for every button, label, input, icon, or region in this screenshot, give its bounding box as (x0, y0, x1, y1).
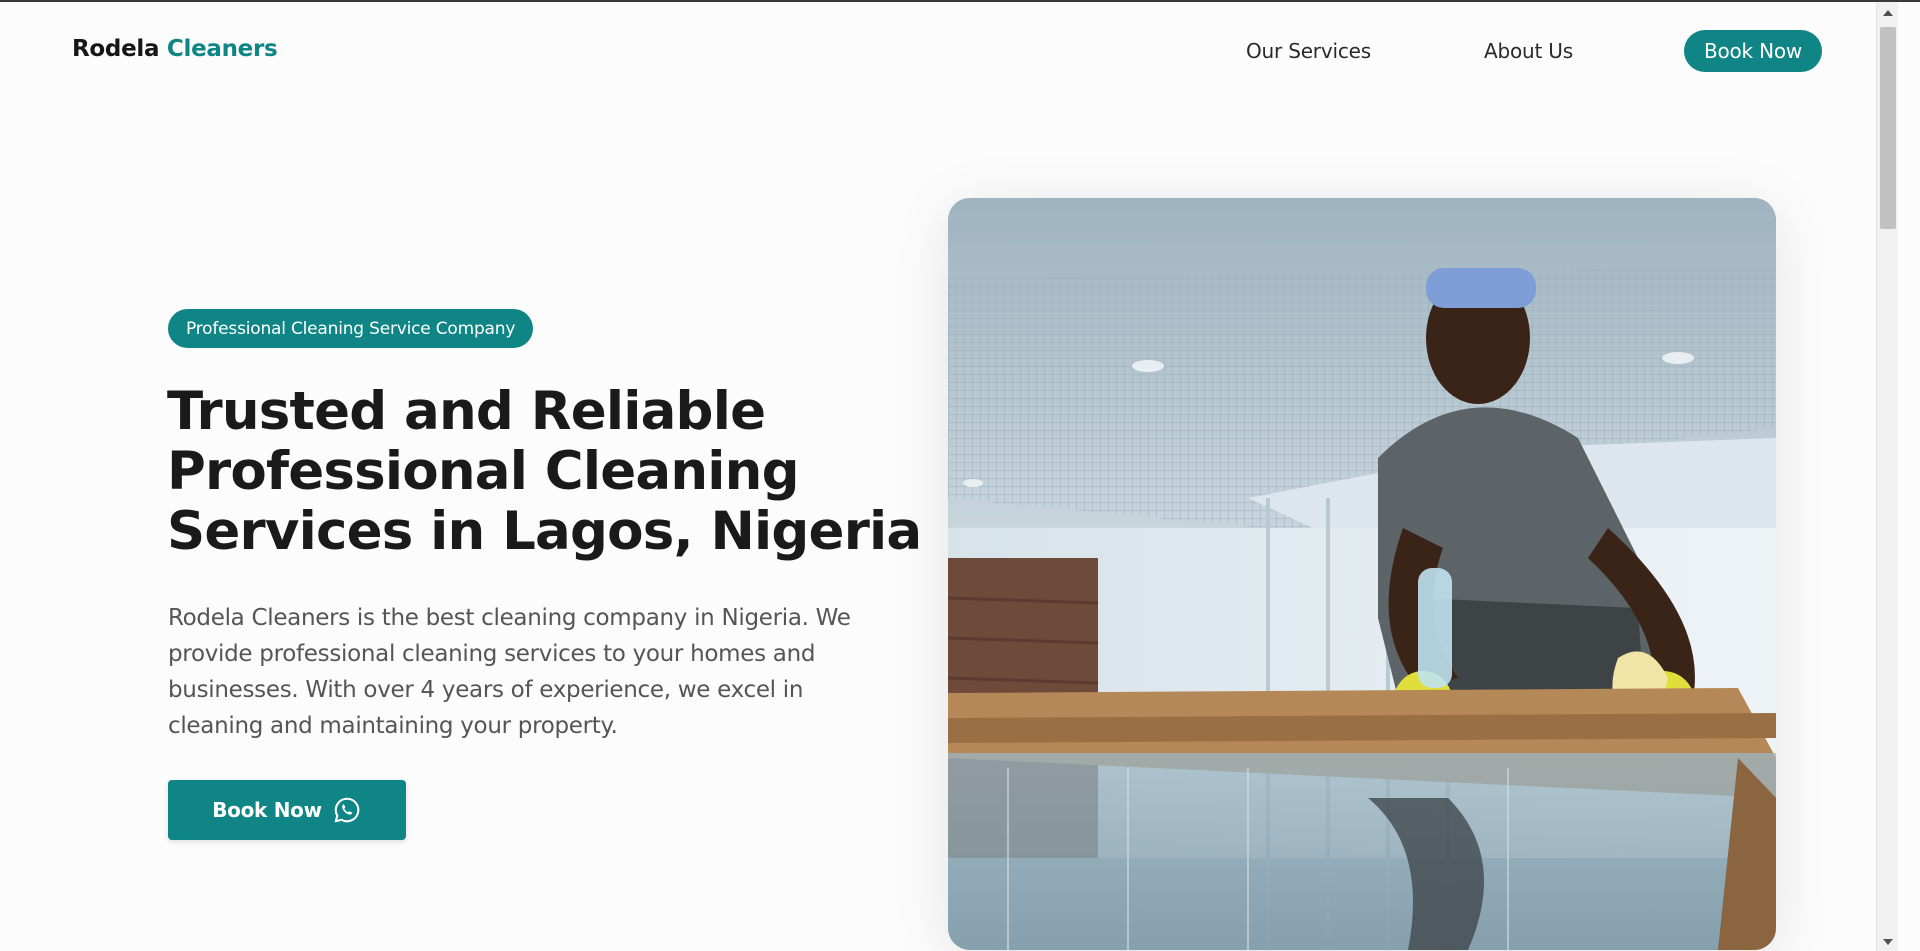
hero-headline: Trusted and Reliable Professional Cleani… (167, 382, 927, 562)
hero-badge: Professional Cleaning Service Company (168, 309, 534, 348)
page: Rodela Cleaners Our Services About Us Bo… (0, 2, 1898, 951)
page-scrollbar[interactable] (1876, 2, 1898, 951)
hero-book-now-button[interactable]: Book Now (168, 780, 406, 840)
description-line: provide professional cleaning services t… (168, 641, 816, 667)
nav-about-us[interactable]: About Us (1484, 39, 1573, 63)
hero-description: Rodela Cleaners is the best cleaning com… (168, 600, 908, 744)
nav-book-now-button[interactable]: Book Now (1684, 30, 1822, 72)
headline-line: Professional Cleaning (167, 441, 800, 502)
description-line: Rodela Cleaners is the best cleaning com… (168, 605, 851, 631)
scroll-thumb[interactable] (1880, 27, 1896, 229)
scroll-up-arrow-icon[interactable] (1883, 10, 1893, 16)
hero-image-cleaner (948, 198, 1776, 950)
description-line: cleaning and maintaining your property. (168, 713, 618, 739)
headline-line: Trusted and Reliable (167, 381, 766, 442)
whatsapp-icon (334, 797, 360, 823)
scroll-down-arrow-icon[interactable] (1883, 939, 1893, 945)
nav-our-services[interactable]: Our Services (1246, 39, 1371, 63)
hero-cta-label: Book Now (212, 798, 322, 822)
hero-photo-illustration (948, 198, 1776, 950)
brand-name-part2: Cleaners (166, 36, 278, 62)
brand-name-part1: Rodela (72, 36, 160, 62)
brand-logo[interactable]: Rodela Cleaners (72, 36, 278, 62)
headline-line: Services in Lagos, Nigeria (167, 501, 922, 562)
description-line: businesses. With over 4 years of experie… (168, 677, 804, 703)
